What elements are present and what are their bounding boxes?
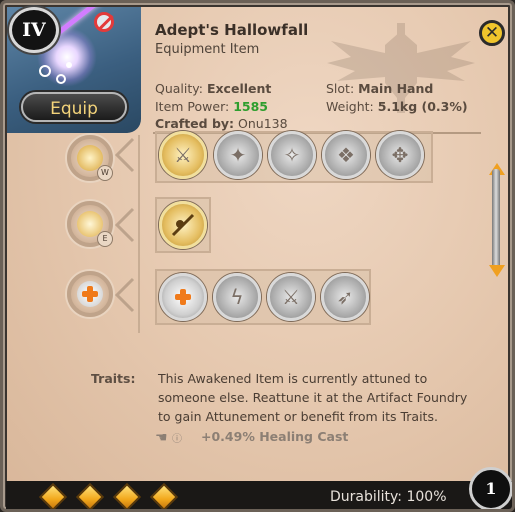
slot-label: Slot:: [326, 81, 355, 96]
dash-icon: ➶: [336, 285, 354, 309]
not-attuned-icon: [94, 12, 114, 32]
item-power-label: Item Power:: [155, 99, 230, 114]
slot-stat: Slot: Main Hand: [326, 81, 433, 96]
grey-spell-icon: ✦: [229, 143, 247, 167]
spell-slot[interactable]: ⚔: [267, 273, 315, 321]
item-type: Equipment Item: [155, 42, 260, 57]
gold-lunge-icon: [171, 213, 195, 237]
grey-spell-icon: ✧: [283, 143, 301, 167]
sword-icon: ⚔: [282, 285, 300, 309]
chevron-left-icon: [114, 207, 135, 243]
info-icon: ⓘ: [172, 434, 183, 445]
quality-value: Excellent: [206, 81, 272, 96]
durability-text: Durability: 100%: [330, 489, 447, 505]
tier-badge: IV: [9, 7, 59, 53]
hand-icon: ☚: [155, 430, 168, 446]
tree-divider: [138, 135, 140, 333]
grey-spell-icon: ✥: [391, 143, 409, 167]
scrollbar[interactable]: [492, 169, 500, 269]
spell-slot-selected[interactable]: [159, 201, 207, 249]
close-button[interactable]: ✕: [479, 20, 505, 46]
quality-label: Quality:: [155, 81, 203, 96]
scroll-down-button[interactable]: [489, 265, 505, 277]
crafted-by-stat: Crafted by: Onu138: [155, 116, 288, 131]
spell-slot[interactable]: ✧: [268, 131, 316, 179]
spell-slot[interactable]: ➶: [321, 273, 369, 321]
weight-value: 5.1kg (0.3%): [377, 99, 468, 114]
item-power-value: 1585: [233, 99, 268, 114]
weight-label: Weight:: [326, 99, 374, 114]
chevron-left-icon: [114, 137, 135, 173]
spell-slot[interactable]: ✦: [214, 131, 262, 179]
tree-node-w[interactable]: W: [67, 135, 113, 181]
tree-node-e[interactable]: E: [67, 201, 113, 247]
crafted-by-label: Crafted by:: [155, 116, 235, 131]
traits-description: This Awakened Item is currently attuned …: [158, 371, 468, 424]
spell-slot-selected[interactable]: [159, 273, 207, 321]
item-tooltip-panel: IV Equip Adept's Hallowfall Equipment It…: [0, 0, 515, 512]
equip-button[interactable]: Equip: [21, 92, 127, 122]
lightning-icon: ϟ: [230, 285, 244, 309]
chevron-left-icon: [114, 277, 135, 313]
stack-count-badge: 1: [469, 467, 512, 509]
trait-bonus: +0.49% Healing Cast: [201, 429, 349, 444]
heal-plus-icon: [77, 281, 103, 307]
slot-value: Main Hand: [358, 81, 434, 96]
traits-label: Traits:: [91, 371, 136, 386]
gold-spell-icon: ⚔: [174, 143, 192, 167]
item-power-stat: Item Power: 1585: [155, 99, 268, 114]
sparkle-icon: [39, 62, 72, 84]
quality-stat: Quality: Excellent: [155, 81, 271, 96]
grey-spell-icon: ❖: [337, 143, 355, 167]
heal-plus-icon: [175, 289, 191, 305]
spell-slot[interactable]: ϟ: [213, 273, 261, 321]
spell-slot[interactable]: ❖: [322, 131, 370, 179]
tree-node-r[interactable]: [67, 271, 113, 317]
spell-slot[interactable]: ⚔: [159, 131, 207, 179]
spell-slot[interactable]: ✥: [376, 131, 424, 179]
item-name: Adept's Hallowfall: [155, 21, 309, 39]
trait-icons: ☚ ⓘ: [155, 430, 182, 446]
close-icon: ✕: [484, 23, 500, 43]
crafted-by-value: Onu138: [238, 116, 288, 131]
weight-stat: Weight: 5.1kg (0.3%): [326, 99, 468, 114]
